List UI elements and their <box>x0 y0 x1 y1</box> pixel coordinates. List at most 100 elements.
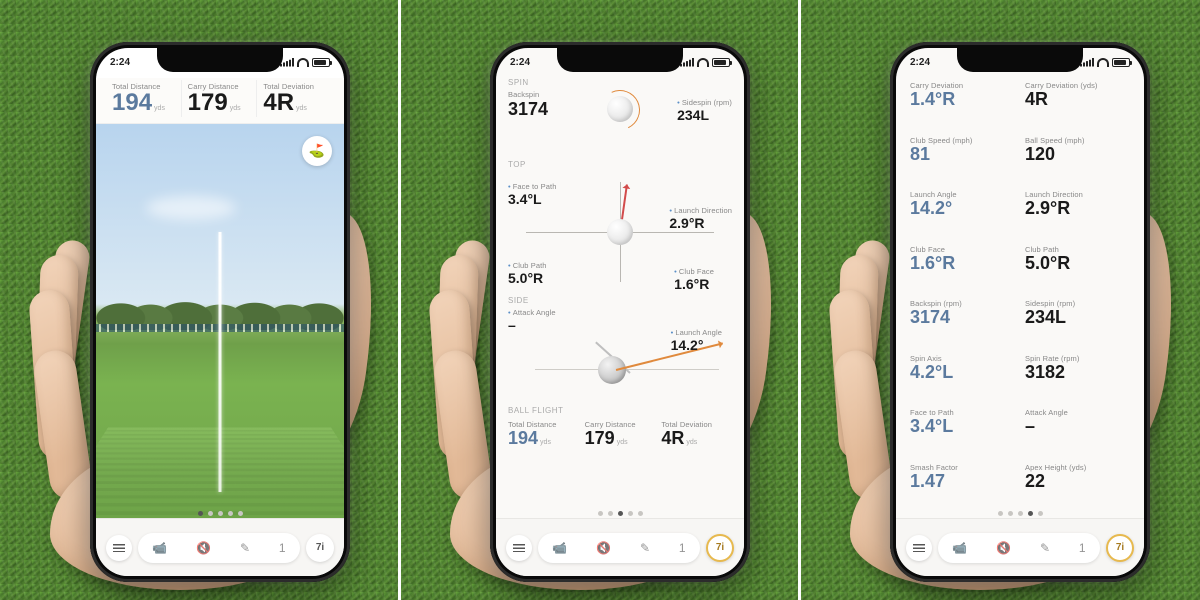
section-top: TOP <box>508 160 744 169</box>
metric-club-speed[interactable]: Club Speed (mph)81 <box>908 135 1017 190</box>
metric-spin-axis[interactable]: Spin Axis4.2°L <box>908 353 1017 408</box>
metric-face-to-path[interactable]: Face to Path3.4°L <box>908 407 1017 462</box>
ball-icon <box>607 96 633 122</box>
metric-backspin[interactable]: Backspin (rpm)3174 <box>908 298 1017 353</box>
metric-carry-deviation-deg[interactable]: Carry Deviation1.4°R <box>908 80 1017 135</box>
club-selector[interactable]: 7i <box>1106 534 1134 562</box>
metric-launch-direction[interactable]: Launch Direction 2.9°R <box>669 206 732 231</box>
menu-button[interactable] <box>106 535 132 561</box>
shot-count[interactable]: 1 <box>1079 541 1086 555</box>
notch <box>557 48 683 72</box>
page-indicator[interactable] <box>496 511 744 516</box>
metric-total-deviation[interactable]: Total Deviation 4Ryds <box>259 80 332 117</box>
metric-face-to-path[interactable]: Face to Path 3.4°L <box>508 182 556 207</box>
metric-carry-distance[interactable]: Carry Distance 179yds <box>585 420 656 447</box>
metric-club-face[interactable]: Club Face1.6°R <box>908 244 1017 299</box>
phone-screen[interactable]: 2:24 Total Distance 194yds C <box>96 48 344 576</box>
sound-off-icon[interactable]: 🔇 <box>996 541 1011 555</box>
battery-icon <box>1112 58 1130 67</box>
club-selector[interactable]: 7i <box>706 534 734 562</box>
video-off-icon[interactable]: 📹 <box>552 541 567 555</box>
sound-off-icon[interactable]: 🔇 <box>196 541 211 555</box>
dock-pill[interactable]: 📹 🔇 ✎ 1 <box>538 533 700 563</box>
section-spin: SPIN <box>508 78 744 87</box>
metric-launch-direction[interactable]: Launch Direction2.9°R <box>1023 189 1132 244</box>
metric-club-path[interactable]: Club Path5.0°R <box>1023 244 1132 299</box>
metric-spin-rate[interactable]: Spin Rate (rpm)3182 <box>1023 353 1132 408</box>
notch <box>957 48 1083 72</box>
metric-apex-height[interactable]: Apex Height (yds)22 <box>1023 462 1132 517</box>
spin-diagram: Backspin 3174 Sidespin (rpm) 234L <box>508 90 732 160</box>
menu-icon <box>913 544 925 552</box>
hand-photo: 2:24 Carry Deviation1.4°R Carry Deviatio… <box>820 30 1180 590</box>
metric-launch-angle[interactable]: Launch Angle14.2° <box>908 189 1017 244</box>
metric-smash-factor[interactable]: Smash Factor1.47 <box>908 462 1017 517</box>
metric-total-distance[interactable]: Total Distance 194yds <box>508 420 579 447</box>
phone-screen[interactable]: 2:24 Carry Deviation1.4°R Carry Deviatio… <box>896 48 1144 576</box>
wifi-icon <box>1097 58 1109 67</box>
metric-attack-angle[interactable]: Attack Angle– <box>1023 407 1132 462</box>
status-time: 2:24 <box>910 57 930 68</box>
top-view-diagram: Face to Path 3.4°L Launch Direction 2.9°… <box>508 172 732 292</box>
metric-attack-angle[interactable]: Attack Angle – <box>508 308 556 333</box>
dock-pill[interactable]: 📹 🔇 ✎ 1 <box>938 533 1100 563</box>
shot-trajectory <box>219 232 222 492</box>
phone-frame: 2:24 Total Distance 194yds C <box>90 42 350 582</box>
club-selector[interactable]: 7i <box>306 534 334 562</box>
wifi-icon <box>297 58 309 67</box>
edit-icon[interactable]: ✎ <box>640 541 650 555</box>
phone-frame: 2:24 Carry Deviation1.4°R Carry Deviatio… <box>890 42 1150 582</box>
video-off-icon[interactable]: 📹 <box>952 541 967 555</box>
target-flag-button[interactable]: ⛳ <box>302 136 332 166</box>
metric-club-path[interactable]: Club Path 5.0°R <box>508 261 547 286</box>
metric-carry-distance[interactable]: Carry Distance 179yds <box>184 80 258 117</box>
clubhead-icon <box>598 356 626 384</box>
video-off-icon[interactable]: 📹 <box>152 541 167 555</box>
sound-off-icon[interactable]: 🔇 <box>596 541 611 555</box>
edit-icon[interactable]: ✎ <box>1040 541 1050 555</box>
hand-photo: 2:24 SPIN Backspin 3174 <box>420 30 780 590</box>
section-ball-flight: BALL FLIGHT <box>508 406 744 415</box>
metric-launch-angle[interactable]: Launch Angle 14.2° <box>671 328 722 353</box>
metric-club-face[interactable]: Club Face 1.6°R <box>674 267 714 292</box>
phone-screen[interactable]: 2:24 SPIN Backspin 3174 <box>496 48 744 576</box>
section-side: SIDE <box>508 296 744 305</box>
edit-icon[interactable]: ✎ <box>240 541 250 555</box>
flag-icon: ⛳ <box>309 143 325 159</box>
menu-button[interactable] <box>906 535 932 561</box>
page-indicator[interactable] <box>896 511 1144 516</box>
metric-total-distance[interactable]: Total Distance 194yds <box>108 80 182 117</box>
panel-divider <box>398 0 401 600</box>
panel-divider <box>798 0 801 600</box>
bottom-dock: 📹 🔇 ✎ 1 7i <box>496 518 744 576</box>
notch <box>157 48 283 72</box>
shot-3d-view[interactable]: ⛳ <box>96 124 344 524</box>
status-time: 2:24 <box>110 57 130 68</box>
metric-carry-deviation-yds[interactable]: Carry Deviation (yds)4R <box>1023 80 1132 135</box>
wifi-icon <box>697 58 709 67</box>
battery-icon <box>312 58 330 67</box>
menu-icon <box>513 544 525 552</box>
bottom-dock: 📹 🔇 ✎ 1 7i <box>896 518 1144 576</box>
metric-sidespin[interactable]: Sidespin (rpm)234L <box>1023 298 1132 353</box>
bottom-dock: 📹 🔇 ✎ 1 7i <box>96 518 344 576</box>
summary-metrics: Total Distance 194yds Carry Distance 179… <box>96 78 344 124</box>
battery-icon <box>712 58 730 67</box>
metric-sidespin[interactable]: Sidespin (rpm) 234L <box>677 98 732 123</box>
status-time: 2:24 <box>510 57 530 68</box>
menu-icon <box>113 544 125 552</box>
shot-count[interactable]: 1 <box>679 541 686 555</box>
dock-pill[interactable]: 📹 🔇 ✎ 1 <box>138 533 300 563</box>
page-indicator[interactable] <box>96 511 344 516</box>
ball-icon <box>607 219 633 245</box>
hand-photo: 2:24 Total Distance 194yds C <box>20 30 380 590</box>
metric-total-deviation[interactable]: Total Deviation 4Ryds <box>661 420 732 447</box>
menu-button[interactable] <box>506 535 532 561</box>
stats-grid[interactable]: Carry Deviation1.4°R Carry Deviation (yd… <box>896 78 1144 518</box>
metric-backspin[interactable]: Backspin 3174 <box>508 90 548 120</box>
ball-flight-metrics: Total Distance 194yds Carry Distance 179… <box>496 418 744 449</box>
shot-count[interactable]: 1 <box>279 541 286 555</box>
side-view-diagram: Attack Angle – Launch Angle 14.2° <box>508 308 732 404</box>
metric-ball-speed[interactable]: Ball Speed (mph)120 <box>1023 135 1132 190</box>
phone-frame: 2:24 SPIN Backspin 3174 <box>490 42 750 582</box>
